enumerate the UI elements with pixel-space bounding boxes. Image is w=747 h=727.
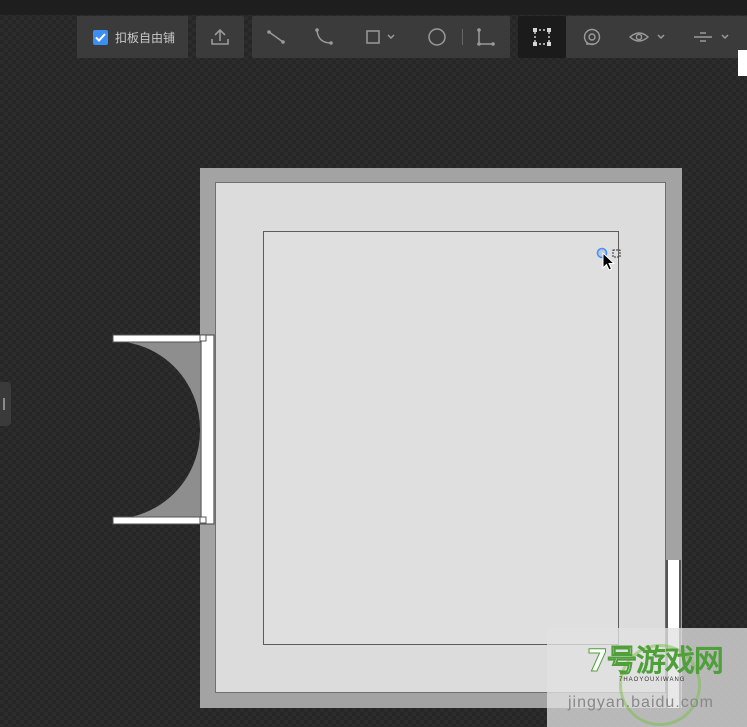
selection-frame-button[interactable] — [518, 16, 566, 58]
title-bar — [0, 0, 747, 15]
curve-line-button[interactable] — [306, 16, 342, 58]
side-panel-handle[interactable] — [0, 382, 11, 426]
straight-line-icon — [267, 30, 285, 44]
rectangle-icon — [366, 30, 395, 44]
toolbar-divider — [462, 29, 463, 45]
drawing-tools — [252, 16, 510, 58]
eye-icon — [628, 32, 665, 42]
double-door[interactable] — [112, 334, 216, 526]
align-button[interactable] — [688, 16, 736, 58]
upload-icon — [211, 28, 229, 45]
corner-icon — [477, 28, 495, 46]
circle-button[interactable] — [420, 16, 454, 58]
rectangle-button[interactable] — [358, 16, 404, 58]
selection-frame-wrap — [518, 16, 566, 58]
corner-button[interactable] — [470, 16, 502, 58]
view-tools — [566, 16, 747, 58]
mouse-cursor-icon — [596, 247, 621, 271]
rotate-button[interactable] — [574, 16, 610, 58]
curve-line-icon — [315, 28, 333, 45]
ceiling-panel-area[interactable] — [263, 231, 619, 645]
panel-edge — [738, 50, 747, 76]
free-tile-label: 扣板自由铺 — [115, 30, 176, 45]
align-icon — [694, 32, 729, 42]
watermark-url: jingyan.baidu.com — [568, 694, 714, 711]
upload-group — [196, 16, 244, 58]
watermark-sub: 7HAOYOUXIWANG — [619, 677, 686, 683]
straight-line-button[interactable] — [258, 16, 294, 58]
circle-icon — [428, 28, 446, 46]
checkbox-checked-icon[interactable] — [93, 29, 108, 45]
rotate-icon — [583, 28, 601, 46]
watermark-logo: 7号游戏网 — [587, 644, 724, 680]
free-tile-checkbox[interactable]: 扣板自由铺 — [77, 16, 188, 58]
selection-frame-icon — [533, 28, 551, 46]
watermark: 7号游戏网 7HAOYOUXIWANG jingyan.baidu.com — [547, 628, 747, 727]
upload-button[interactable] — [196, 16, 244, 58]
visibility-button[interactable] — [624, 16, 672, 58]
